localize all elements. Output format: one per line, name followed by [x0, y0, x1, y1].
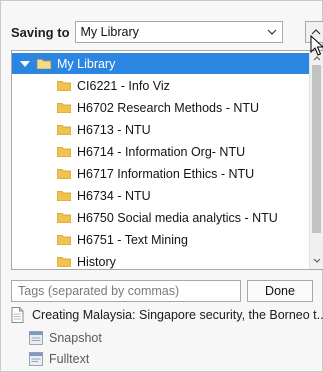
tree-item-collection[interactable]: H6702 Research Methods - NTU: [12, 97, 309, 118]
folder-icon: [57, 213, 71, 223]
folder-icon: [57, 81, 71, 91]
tree-scrollbar[interactable]: [309, 51, 323, 269]
folder-icon: [57, 125, 71, 135]
tree-item-collection[interactable]: CI6221 - Info Viz: [12, 75, 309, 96]
saving-to-label: Saving to: [11, 24, 70, 40]
attachment-label: Fulltext: [49, 352, 90, 366]
chevron-down-icon: [267, 29, 276, 35]
attachment-label: Snapshot: [49, 331, 102, 345]
tree-item-label: H6734 - NTU: [77, 188, 151, 203]
tree-item-label: H6702 Research Methods - NTU: [77, 100, 260, 115]
folder-icon: [57, 257, 71, 267]
library-select-value: My Library: [80, 25, 139, 39]
tree-item-label: H6717 Information Ethics - NTU: [77, 166, 255, 181]
library-select[interactable]: My Library: [74, 21, 283, 43]
folder-icon: [57, 147, 71, 157]
tree-item-collection[interactable]: History: [12, 251, 309, 269]
saved-item-title: Creating Malaysia: Singapore security, t…: [32, 308, 323, 322]
document-icon: [11, 307, 24, 323]
tree-item-collection[interactable]: H6751 - Text Mining: [12, 229, 309, 250]
scroll-thumb[interactable]: [312, 65, 321, 233]
attachment-snapshot[interactable]: Snapshot: [29, 331, 102, 345]
tree-item-label: CI6221 - Info Viz: [77, 78, 170, 93]
library-folder-icon: [37, 59, 51, 69]
tree-item-collection[interactable]: H6714 - Information Org- NTU: [12, 141, 309, 162]
scroll-down-icon[interactable]: [312, 256, 322, 266]
tree-item-collection[interactable]: H6750 Social media analytics - NTU: [12, 207, 309, 228]
mouse-cursor-icon: [310, 35, 323, 56]
tree-item-label: My Library: [57, 56, 116, 71]
tags-input[interactable]: [11, 280, 241, 302]
attachment-fulltext[interactable]: Fulltext: [29, 352, 89, 366]
expanded-arrow-icon[interactable]: [19, 58, 31, 70]
folder-icon: [57, 103, 71, 113]
tree-item-collection[interactable]: H6717 Information Ethics - NTU: [12, 163, 309, 184]
folder-icon: [57, 191, 71, 201]
folder-icon: [57, 235, 71, 245]
tree-item-label: H6750 Social media analytics - NTU: [77, 210, 278, 225]
saving-to-row: Saving to My Library: [11, 21, 283, 43]
save-popup: Saving to My Library My Library CI6221 -…: [0, 0, 323, 372]
pdf-icon: [29, 352, 43, 366]
tree-item-collection[interactable]: H6713 - NTU: [12, 119, 309, 140]
saved-item-row[interactable]: Creating Malaysia: Singapore security, t…: [11, 307, 323, 323]
snapshot-icon: [29, 331, 43, 345]
tree-item-label: H6714 - Information Org- NTU: [77, 144, 246, 159]
collection-tree[interactable]: My Library CI6221 - Info Viz H6702 Resea…: [11, 50, 323, 270]
tree-item-label: H6751 - Text Mining: [77, 232, 188, 247]
tags-row: Done: [11, 280, 313, 302]
tree-item-my-library[interactable]: My Library: [12, 53, 309, 74]
folder-icon: [57, 169, 71, 179]
tree-item-label: History: [77, 254, 116, 269]
tree-item-label: H6713 - NTU: [77, 122, 151, 137]
done-button[interactable]: Done: [247, 280, 313, 302]
tree-item-collection[interactable]: H6734 - NTU: [12, 185, 309, 206]
